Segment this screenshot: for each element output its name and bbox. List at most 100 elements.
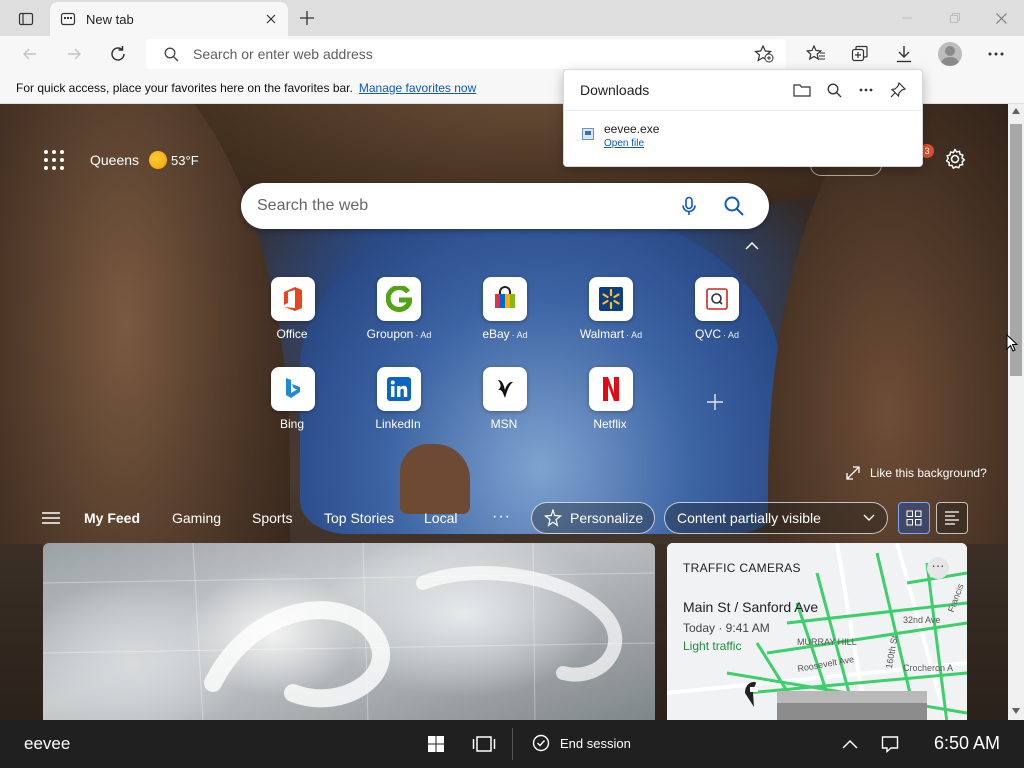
quick-link-label: LinkedIn — [375, 417, 421, 431]
hamburger-menu-icon[interactable] — [42, 512, 60, 524]
scroll-down-arrow-icon[interactable] — [1012, 708, 1020, 714]
close-icon — [266, 14, 276, 24]
profile-avatar[interactable] — [938, 42, 962, 66]
like-background-button[interactable]: Like this background? — [846, 466, 987, 480]
quick-link-office[interactable]: Office — [253, 277, 333, 341]
search-downloads-button[interactable] — [824, 80, 844, 100]
close-window-button[interactable] — [978, 0, 1024, 36]
sunny-weather-icon — [149, 151, 168, 169]
open-file-link[interactable]: Open file — [604, 138, 644, 149]
quick-link-msn[interactable]: MSN — [465, 367, 545, 431]
web-search-input[interactable] — [257, 197, 657, 215]
microphone-icon[interactable] — [679, 196, 699, 216]
apps-launcher-icon[interactable] — [44, 150, 64, 170]
refresh-button[interactable] — [102, 38, 134, 70]
manage-favorites-link[interactable]: Manage favorites now — [359, 81, 476, 95]
grid-layout-button[interactable] — [898, 502, 930, 534]
traffic-card-title: Main St / Sanford Ave — [683, 599, 819, 615]
page-scrollbar[interactable] — [1008, 104, 1024, 720]
forward-button[interactable] — [58, 38, 90, 70]
list-layout-button[interactable] — [936, 502, 968, 534]
show-hidden-icons-button[interactable] — [838, 732, 862, 756]
tab-actions-button[interactable] — [10, 8, 42, 30]
quick-link-walmart[interactable]: Walmart · Ad — [571, 277, 651, 341]
temperature[interactable]: 53°F — [171, 153, 199, 168]
msn-butterfly-icon — [483, 367, 527, 411]
qvc-icon — [695, 277, 739, 321]
address-bar[interactable] — [146, 39, 786, 69]
netflix-icon — [589, 367, 633, 411]
quick-link-linkedin[interactable]: LinkedIn — [359, 367, 439, 431]
windows-logo-icon — [428, 736, 444, 752]
page-settings-gear-icon[interactable] — [944, 148, 966, 170]
task-view-button[interactable] — [472, 732, 496, 756]
downloads-title: Downloads — [580, 82, 650, 98]
quick-link-netflix[interactable]: Netflix — [571, 367, 651, 431]
feed-tab-top-stories[interactable]: Top Stories — [324, 510, 394, 526]
system-clock[interactable]: 6:50 AM — [934, 733, 1000, 754]
quick-link-ebay[interactable]: eBay · Ad — [465, 277, 545, 341]
start-button[interactable] — [424, 732, 448, 756]
notifications-button[interactable] — [878, 732, 902, 756]
feed-tab-gaming[interactable]: Gaming — [172, 510, 221, 526]
settings-and-more-button[interactable] — [980, 38, 1012, 70]
pin-downloads-button[interactable] — [888, 80, 908, 100]
minimize-button[interactable] — [884, 0, 930, 36]
hero-news-card-image[interactable] — [43, 543, 655, 720]
location-name[interactable]: Queens — [90, 152, 139, 168]
traffic-card-more-button[interactable]: ··· — [927, 557, 949, 579]
chevron-down-icon — [863, 514, 875, 521]
quick-link-bing[interactable]: Bing — [253, 367, 333, 431]
tab-close-button[interactable] — [262, 10, 280, 28]
end-session-label: End session — [560, 735, 631, 751]
collections-button[interactable] — [844, 38, 876, 70]
feed-tab-my-feed[interactable]: My Feed — [84, 510, 140, 526]
content-visibility-dropdown[interactable]: Content partially visible — [664, 502, 888, 534]
search-icon[interactable] — [723, 195, 745, 217]
downloads-more-options-button[interactable] — [856, 80, 876, 100]
feed-navigation: My Feed Gaming Sports Top Stories Local … — [0, 496, 1008, 540]
open-downloads-folder-button[interactable] — [792, 80, 812, 100]
back-button[interactable] — [14, 38, 46, 70]
tab-new-tab[interactable]: New tab — [50, 2, 288, 36]
maximize-button[interactable] — [932, 0, 978, 36]
add-quick-link-plus-icon[interactable] — [703, 390, 727, 414]
ebay-bag-icon — [483, 277, 527, 321]
session-name: eevee — [24, 734, 71, 753]
feed-more-button[interactable]: ··· — [492, 508, 511, 526]
download-file-name[interactable]: eevee.exe — [604, 122, 659, 136]
web-search-box[interactable] — [241, 183, 769, 229]
check-circle-icon — [532, 734, 550, 752]
restore-icon — [950, 13, 960, 23]
new-tab-button[interactable] — [294, 6, 320, 30]
end-session-button[interactable]: End session — [532, 734, 631, 752]
scroll-up-arrow-icon[interactable] — [1012, 108, 1020, 114]
feed-tab-sports[interactable]: Sports — [252, 510, 292, 526]
traffic-status: Light traffic — [683, 639, 742, 653]
groupon-icon — [377, 277, 421, 321]
favorites-button[interactable] — [800, 38, 832, 70]
office-icon — [271, 277, 315, 321]
quick-link-label: Bing — [279, 417, 305, 431]
expand-icon — [846, 466, 860, 480]
grid-icon — [906, 510, 922, 526]
ad-label: · Ad — [511, 330, 528, 340]
traffic-card-label: TRAFFIC CAMERAS — [683, 561, 801, 575]
mouse-cursor-icon — [1006, 334, 1018, 352]
quick-link-label: QVC — [694, 327, 721, 341]
quick-link-groupon[interactable]: Groupon · Ad — [359, 277, 439, 341]
address-input[interactable] — [193, 46, 733, 62]
minimize-icon — [902, 17, 912, 19]
map-label: Crocheron A — [903, 663, 954, 673]
traffic-cameras-card[interactable]: TRAFFIC CAMERAS ··· Main St / Sanford Av… — [667, 543, 967, 720]
add-favorite-icon[interactable] — [754, 45, 774, 63]
search-icon — [164, 47, 179, 61]
collapse-chevron-up-icon[interactable] — [742, 238, 762, 254]
personalize-button[interactable]: Personalize — [531, 502, 655, 534]
task-view-icon — [472, 736, 496, 752]
feed-tab-local[interactable]: Local — [424, 510, 457, 526]
refresh-icon — [111, 46, 125, 61]
quick-link-qvc[interactable]: QVC · Ad — [677, 277, 757, 341]
downloads-button[interactable] — [888, 38, 920, 70]
quick-link-label: MSN — [490, 417, 518, 431]
